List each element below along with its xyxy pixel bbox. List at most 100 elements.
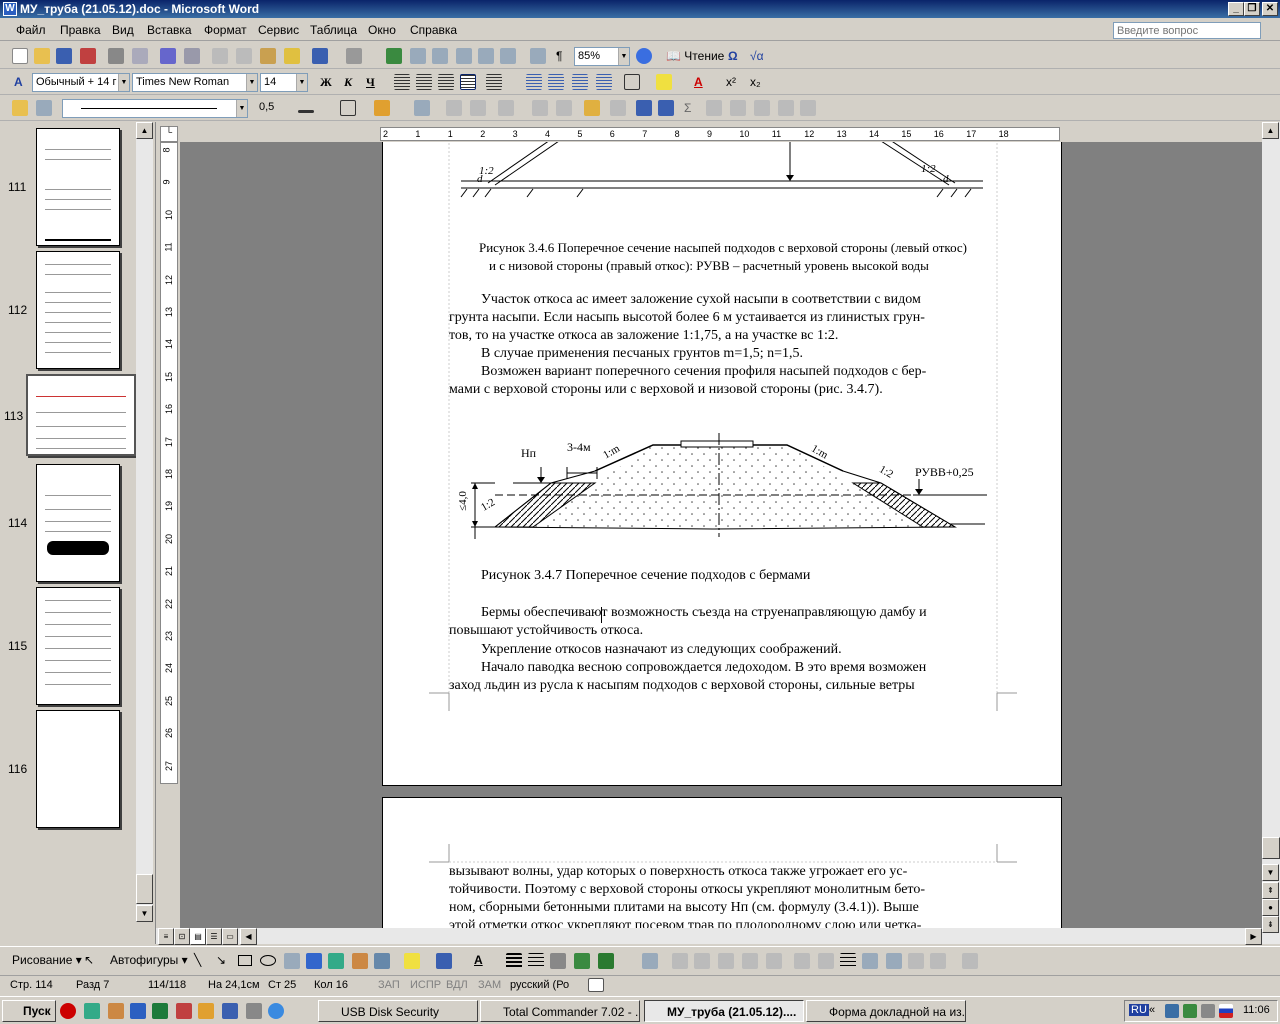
bullets-icon[interactable] [548, 74, 564, 90]
chevron-down-icon[interactable]: ▼ [618, 48, 629, 65]
bold-button[interactable]: Ж [320, 75, 332, 90]
menu-window[interactable]: Окно [368, 23, 396, 37]
oval-icon[interactable] [260, 955, 276, 966]
insert-excel-icon[interactable] [456, 48, 472, 64]
arrow-style-icon[interactable] [550, 953, 566, 969]
spelling-status-icon[interactable] [588, 978, 604, 992]
show-formatting-icon[interactable]: ¶ [556, 49, 562, 63]
diagram-icon[interactable] [328, 953, 344, 969]
research-icon[interactable] [184, 48, 200, 64]
line-style-icon[interactable] [840, 953, 856, 969]
insert-table-icon[interactable] [414, 100, 430, 116]
language-indicator[interactable]: RU [1129, 1004, 1149, 1016]
vertical-scrollbar[interactable]: ▲ ▼ ⇞ ● ⇟ [1262, 122, 1280, 944]
image-tool-icon[interactable] [766, 953, 782, 969]
undo-icon[interactable] [312, 48, 328, 64]
tray-icon[interactable] [1201, 1004, 1215, 1018]
status-ext[interactable]: ВДЛ [446, 979, 468, 991]
chevron-down-icon[interactable]: ▼ [246, 74, 257, 91]
scroll-down-icon[interactable]: ▼ [136, 905, 153, 922]
subscript-icon[interactable]: x₂ [750, 75, 761, 89]
start-button[interactable]: Пуск [2, 1000, 56, 1022]
thumbnail-page-111[interactable] [36, 128, 120, 246]
line-style-icon[interactable] [506, 953, 522, 969]
document-page[interactable]: 1:2 d 1:2 d Рисунок 3.4.6 Поперечное сеч… [382, 142, 1062, 786]
thumbnail-page-114[interactable] [36, 464, 120, 582]
chevron-down-icon[interactable]: ▼ [118, 74, 129, 91]
scroll-thumb[interactable] [1262, 837, 1280, 859]
justify-icon[interactable] [460, 74, 476, 90]
scroll-thumb[interactable] [136, 874, 153, 904]
outline-view-icon[interactable]: ☰ [206, 928, 222, 945]
reset-picture-icon[interactable] [962, 953, 978, 969]
image-tool-icon[interactable] [694, 953, 710, 969]
menu-file[interactable]: Файл [16, 23, 46, 37]
symbol-icon[interactable]: Ω [728, 49, 738, 63]
menu-tools[interactable]: Сервис [258, 23, 299, 37]
task-usb-disk-security[interactable]: USB Disk Security [318, 1000, 478, 1022]
restore-button[interactable]: ❐ [1244, 2, 1260, 16]
task-total-commander[interactable]: Total Commander 7.02 - ... [480, 1000, 640, 1022]
next-page-icon[interactable]: ⇟ [1262, 916, 1279, 933]
table-misc-icon[interactable] [706, 100, 722, 116]
insert-table-icon[interactable] [432, 48, 448, 64]
autosum-icon[interactable]: Σ [684, 101, 691, 115]
scroll-up-icon[interactable]: ▲ [136, 122, 153, 139]
status-ovr[interactable]: ЗАМ [478, 979, 501, 991]
merge-cells-icon[interactable] [446, 100, 462, 116]
quicklaunch-icon[interactable] [84, 1003, 100, 1019]
print-preview-icon[interactable] [132, 48, 148, 64]
border-color-icon[interactable] [298, 110, 314, 113]
status-trk[interactable]: ИСПР [410, 979, 441, 991]
image-tool-icon[interactable] [672, 953, 688, 969]
drawing-icon[interactable] [500, 48, 516, 64]
rotate-icon[interactable] [818, 953, 834, 969]
quicklaunch-icon[interactable] [222, 1003, 238, 1019]
print-layout-icon[interactable]: ▤ [190, 928, 206, 945]
highlight-icon[interactable] [656, 74, 672, 90]
menu-table[interactable]: Таблица [310, 23, 357, 37]
tray-expand-icon[interactable]: « [1149, 1004, 1155, 1016]
distribute-rows-icon[interactable] [532, 100, 548, 116]
columns-icon[interactable] [478, 48, 494, 64]
crop-icon[interactable] [794, 953, 810, 969]
paste-icon[interactable] [260, 48, 276, 64]
numbering-icon[interactable] [526, 74, 542, 90]
web-view-icon[interactable]: ⊡ [174, 928, 190, 945]
quicklaunch-icon[interactable] [198, 1003, 214, 1019]
task-word-document[interactable]: МУ_труба (21.05.12).... [644, 1000, 804, 1022]
underline-button[interactable]: Ч [366, 75, 375, 90]
styles-icon[interactable]: A [14, 75, 23, 89]
copy-icon[interactable] [236, 48, 252, 64]
line-color-icon[interactable] [436, 953, 452, 969]
excel-quicklaunch-icon[interactable] [152, 1003, 168, 1019]
table-misc-icon[interactable] [730, 100, 746, 116]
arrow-icon[interactable]: ↘ [216, 953, 226, 967]
menu-format[interactable]: Формат [204, 23, 247, 37]
status-language[interactable]: русский (Ро [510, 979, 569, 991]
horizontal-scrollbar[interactable]: ≡ ⊡ ▤ ☰ ▭ ◀ ▶ [156, 928, 1262, 945]
picture-toolbar-icon[interactable] [642, 953, 658, 969]
text-direction-icon[interactable] [610, 100, 626, 116]
3d-icon[interactable] [598, 953, 614, 969]
reading-view-icon[interactable]: ▭ [222, 928, 238, 945]
browse-object-icon[interactable]: ● [1262, 899, 1279, 916]
font-combo[interactable]: Times New Roman ▼ [132, 73, 258, 92]
italic-button[interactable]: К [344, 75, 352, 90]
document-page-2[interactable]: вызывают волны, удар которых о поверхнос… [382, 797, 1062, 928]
line-icon[interactable]: ╲ [194, 953, 201, 967]
tables-borders-icon[interactable] [410, 48, 426, 64]
print-icon[interactable] [108, 48, 124, 64]
thumbnail-scrollbar[interactable]: ▲ ▼ [136, 122, 153, 922]
image-tool-icon[interactable] [718, 953, 734, 969]
quicklaunch-icon[interactable] [108, 1003, 124, 1019]
word-icon[interactable]: W [3, 2, 17, 16]
save-icon[interactable] [56, 48, 72, 64]
help-search-input[interactable] [1113, 22, 1261, 39]
outside-border-icon[interactable] [340, 100, 356, 116]
thumbnail-page-112[interactable] [36, 251, 120, 369]
align-center-icon[interactable] [416, 74, 432, 90]
minimize-button[interactable]: _ [1228, 2, 1244, 16]
quicklaunch-icon[interactable] [246, 1003, 262, 1019]
align-cell-icon[interactable] [498, 100, 514, 116]
